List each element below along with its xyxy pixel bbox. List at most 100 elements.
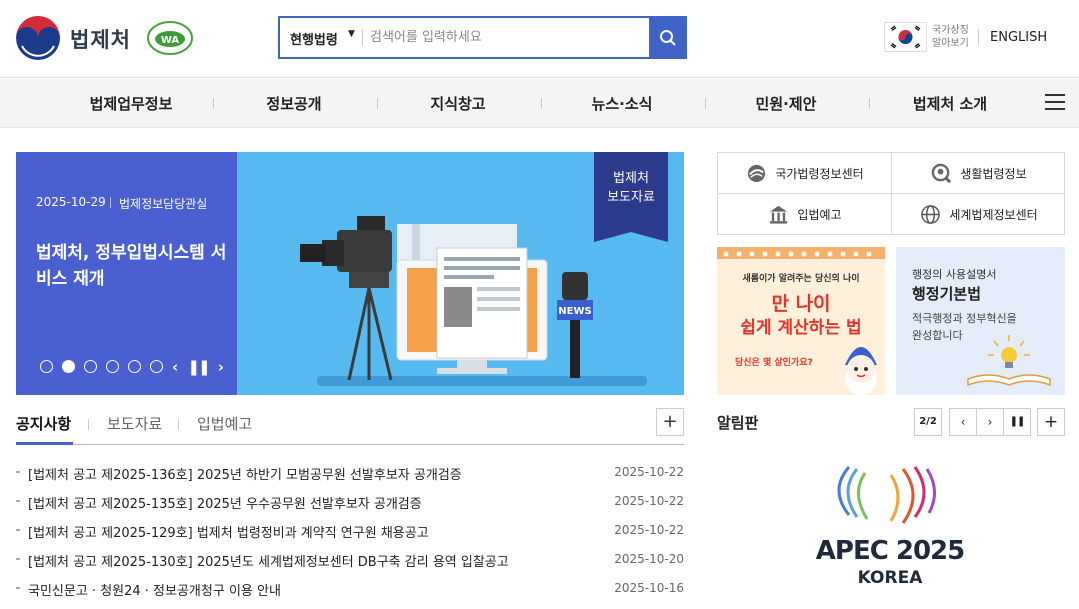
search-button[interactable] <box>649 16 687 59</box>
national-symbols-link[interactable]: 국가상징 알아보기 <box>932 24 969 50</box>
nav-item-info-disclosure[interactable]: 정보공개 <box>209 93 379 114</box>
slide-controls: ‹ ❚❚ › <box>172 358 224 376</box>
bullet <box>16 529 20 531</box>
quick-link-national-law-center[interactable]: 국가법령정보센터 <box>718 153 892 194</box>
main-navigation: 법제업무정보 정보공개 지식창고 뉴스·소식 민원·제안 법제처 소개 <box>0 79 1079 128</box>
nav-item-civil-petition[interactable]: 민원·제안 <box>701 93 871 114</box>
list-item[interactable]: [법제처 공고 제2025-136호] 2025년 하반기 모범공무원 선발후보… <box>16 463 684 483</box>
bullet <box>16 500 20 502</box>
slide-dot-4[interactable] <box>106 360 119 373</box>
chevron-down-icon[interactable]: ▼ <box>348 29 355 39</box>
divider <box>88 419 89 430</box>
banner-date: 2025-10-29 <box>36 195 106 209</box>
prev-slide-icon[interactable]: ‹ <box>172 358 178 376</box>
nav-item-about[interactable]: 법제처 소개 <box>865 93 1035 114</box>
bullet <box>16 587 20 589</box>
government-emblem-logo[interactable] <box>16 16 60 60</box>
board-next-button[interactable]: › <box>976 408 1004 436</box>
notice-date: 2025-10-20 <box>614 552 684 566</box>
main-banner[interactable]: 2025-10-29 법제정보담당관실 법제처, 정부입법시스템 서비스 재개 … <box>16 152 684 395</box>
nav-item-legal-work-info[interactable]: 법제업무정보 <box>46 93 216 114</box>
promo-age-calculator[interactable]: 새롬이가 알려주는 당신의 나이 만 나이 쉽게 계산하는 법 당신은 몇 살인… <box>717 247 885 395</box>
english-link[interactable]: ENGLISH <box>990 30 1047 45</box>
quick-link-world-law-center[interactable]: 세계법제정보센터 <box>892 194 1066 235</box>
quick-link-label: 국가법령정보센터 <box>775 167 864 181</box>
list-item[interactable]: [법제처 공고 제2025-130호] 2025년도 세계법제정보센터 DB구축… <box>16 550 684 570</box>
promo-age-line1: 만 나이 <box>771 293 831 315</box>
quick-link-legislative-notice[interactable]: 입법예고 <box>718 194 892 235</box>
chevron-right-icon: › <box>987 415 993 429</box>
spiral-binding <box>723 251 872 257</box>
apec-title: APEC 2025 <box>816 536 964 566</box>
chevron-left-icon: ‹ <box>960 415 966 429</box>
pause-icon[interactable]: ❚❚ <box>187 358 210 376</box>
quick-link-label: 생활법령정보 <box>960 167 1027 181</box>
pause-icon: ❚❚ <box>1009 416 1026 427</box>
slide-dot-5[interactable] <box>128 360 141 373</box>
slide-dot-3[interactable] <box>84 360 97 373</box>
next-slide-icon[interactable]: › <box>218 358 224 376</box>
notice-date: 2025-10-22 <box>614 494 684 508</box>
book-lightbulb-icon <box>967 335 1051 387</box>
slide-dot-1[interactable] <box>40 360 53 373</box>
search-scope-select[interactable]: 현행법령 <box>290 29 338 48</box>
banner-department: 법제정보담당관실 <box>119 197 208 211</box>
site-header: 법제처 WA 현행법령 ▼ 검색어를 입력하세요 국가상징 알아보기 ENGLI… <box>0 0 1079 78</box>
divider <box>978 29 979 45</box>
tab-notices[interactable]: 공지사항 <box>16 413 71 434</box>
more-plus-button[interactable]: + <box>656 408 684 436</box>
notice-title[interactable]: [법제처 공고 제2025-135호] 2025년 우수공무원 선발후보자 공개… <box>28 493 422 512</box>
notice-title[interactable]: [법제처 공고 제2025-130호] 2025년도 세계법제정보센터 DB구축… <box>28 551 509 570</box>
quick-link-label: 입법예고 <box>797 208 842 222</box>
national-flag-icon[interactable] <box>884 22 927 52</box>
globe-swirl-icon <box>748 164 766 183</box>
bullet <box>16 558 20 560</box>
site-name[interactable]: 법제처 <box>70 24 131 54</box>
notice-date: 2025-10-22 <box>614 523 684 537</box>
notice-title[interactable]: [법제처 공고 제2025-136호] 2025년 하반기 모범공무원 선발후보… <box>28 464 462 483</box>
press-release-badge: 법제처 보도자료 <box>594 152 668 242</box>
list-item[interactable]: [법제처 공고 제2025-129호] 법제처 법령정비과 계약직 연구원 채용… <box>16 521 684 541</box>
tab-legislative-notice[interactable]: 입법예고 <box>197 413 252 434</box>
bullet <box>16 471 20 473</box>
divider <box>362 29 363 46</box>
search-bar: 현행법령 ▼ <box>278 16 687 59</box>
notice-date: 2025-10-22 <box>614 465 684 479</box>
board-page-indicator: 2/2 <box>914 408 942 436</box>
apec-2025-banner[interactable]: APEC 2025 KOREA <box>805 455 975 595</box>
board-title: 알림판 <box>717 414 759 432</box>
quick-link-label: 세계법제정보센터 <box>949 208 1038 222</box>
apec-logo: APEC 2025 KOREA <box>816 466 965 588</box>
board-prev-button[interactable]: ‹ <box>949 408 977 436</box>
board-more-button[interactable]: + <box>1037 408 1065 436</box>
quick-link-living-law[interactable]: 생활법령정보 <box>892 153 1066 194</box>
notice-tabs: 공지사항 보도자료 입법예고 + <box>16 407 684 445</box>
notice-title[interactable]: [법제처 공고 제2025-129호] 법제처 법령정비과 계약직 연구원 채용… <box>28 522 429 541</box>
badge-label: 법제처 보도자료 <box>607 171 655 205</box>
web-accessibility-mark-icon: WA <box>146 20 194 56</box>
globe-icon <box>921 205 941 224</box>
slide-dot-6[interactable] <box>150 360 163 373</box>
banner-title[interactable]: 법제처, 정부입법시스템 서비스 재개 <box>36 240 231 292</box>
promo-admin-title: 행정기본법 <box>912 285 982 303</box>
list-item[interactable]: [법제처 공고 제2025-135호] 2025년 우수공무원 선발후보자 공개… <box>16 492 684 512</box>
svg-text:WA: WA <box>161 35 180 46</box>
nav-item-news[interactable]: 뉴스·소식 <box>537 93 707 114</box>
slide-dot-2[interactable] <box>62 360 75 373</box>
list-item[interactable]: 국민신문고 · 청원24 · 정보공개청구 이용 안내 2025-10-16 <box>16 579 684 599</box>
news-mic-label: NEWS <box>558 306 591 317</box>
active-tab-indicator <box>16 442 73 445</box>
nav-item-knowledge-repo[interactable]: 지식창고 <box>373 93 543 114</box>
notice-date: 2025-10-16 <box>614 581 684 595</box>
search-icon <box>660 29 676 46</box>
notice-title[interactable]: 국민신문고 · 청원24 · 정보공개청구 이용 안내 <box>28 580 281 599</box>
search-input[interactable] <box>370 24 640 51</box>
promo-age-top: 새롬이가 알려주는 당신의 나이 <box>742 274 860 284</box>
building-icon <box>770 205 788 224</box>
tab-press-releases[interactable]: 보도자료 <box>107 413 162 434</box>
promo-administrative-basic-act[interactable]: 행정의 사용설명서 행정기본법 적극행정과 정부혁신을 완성합니다 <box>896 247 1065 395</box>
board-pause-button[interactable]: ❚❚ <box>1003 408 1031 436</box>
mascot-character-icon <box>845 347 877 395</box>
hamburger-menu-icon[interactable] <box>1045 94 1065 112</box>
promo-admin-subtitle: 행정의 사용설명서 <box>912 268 997 281</box>
